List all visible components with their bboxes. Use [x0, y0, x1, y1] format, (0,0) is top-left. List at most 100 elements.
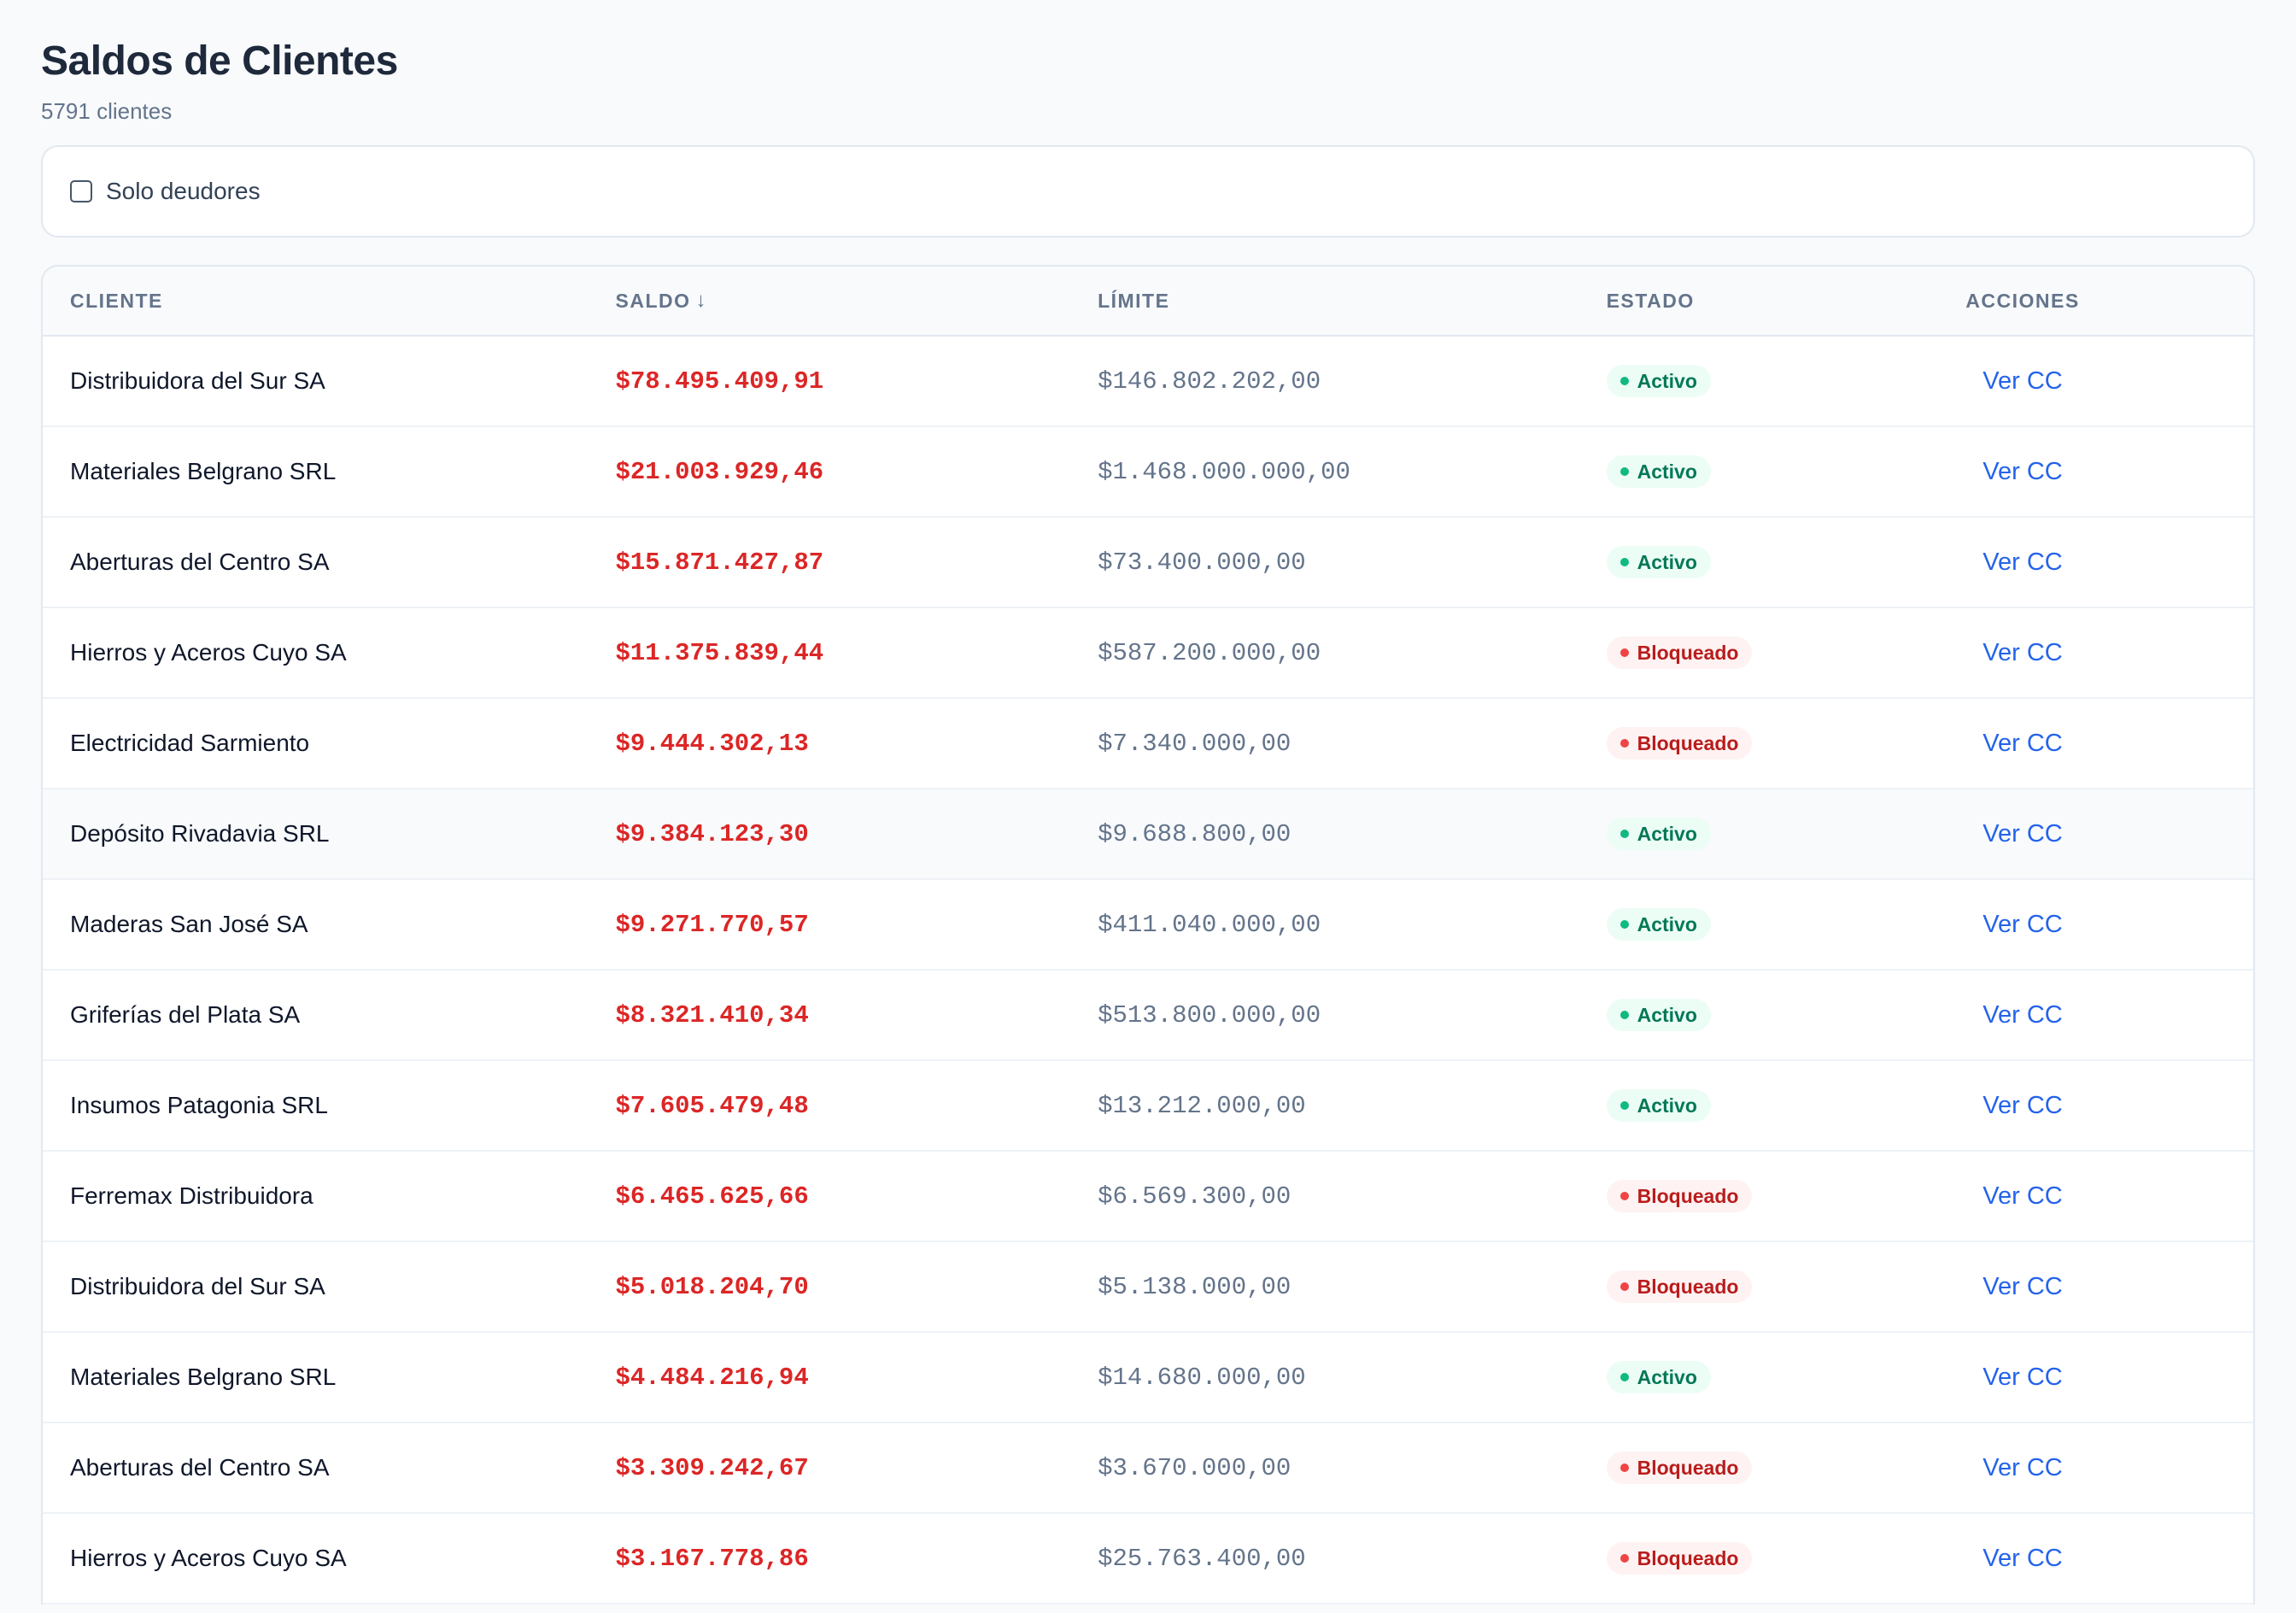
- ver-cc-link[interactable]: Ver CC: [1983, 1273, 2062, 1300]
- ver-cc-link[interactable]: Ver CC: [1983, 1454, 2062, 1481]
- solo-deudores-label[interactable]: Solo deudores: [106, 178, 261, 205]
- cell-estado: Bloqueado: [1606, 1542, 1966, 1575]
- cell-saldo: $78.495.409,91: [615, 367, 824, 396]
- cell-acciones: Ver CC: [1965, 911, 2253, 939]
- cell-cliente: Ferremax Distribuidora: [70, 1182, 313, 1209]
- ver-cc-link[interactable]: Ver CC: [1983, 1364, 2062, 1391]
- cell-estado: Activo: [1606, 1361, 1966, 1393]
- column-header-saldo[interactable]: SALDO ↓: [616, 289, 1098, 313]
- cell-estado: Activo: [1606, 455, 1966, 488]
- cell-cliente: Griferías del Plata SA: [70, 1001, 301, 1028]
- cell-acciones: Ver CC: [1965, 1364, 2253, 1392]
- cell-saldo: $5.018.204,70: [615, 1272, 809, 1301]
- table-row: Distribuidora del Sur SA $78.495.409,91 $1…: [43, 337, 2253, 427]
- status-dot-icon: [1620, 558, 1629, 566]
- status-badge-label: Activo: [1637, 1003, 1697, 1026]
- ver-cc-link[interactable]: Ver CC: [1983, 820, 2062, 848]
- cell-limite: $3.670.000,00: [1098, 1453, 1292, 1482]
- cell-cliente: Depósito Rivadavia SRL: [70, 820, 330, 847]
- status-badge: Bloqueado: [1606, 1180, 1753, 1212]
- status-badge: Bloqueado: [1606, 1270, 1753, 1303]
- table-row: Electricidad Sarmiento $9.444.302,13 $7.34…: [43, 699, 2253, 789]
- ver-cc-link[interactable]: Ver CC: [1983, 1545, 2062, 1572]
- cell-estado: Activo: [1606, 1089, 1966, 1122]
- sort-descending-icon[interactable]: ↓: [696, 289, 708, 313]
- cell-estado: Activo: [1606, 546, 1966, 578]
- status-dot-icon: [1620, 377, 1629, 385]
- cell-estado: Activo: [1606, 365, 1966, 397]
- status-badge: Bloqueado: [1606, 1452, 1753, 1484]
- column-header-estado-label: ESTADO: [1606, 289, 1695, 312]
- table-row: Depósito Rivadavia SRL $9.384.123,30 $9.68…: [43, 789, 2253, 880]
- table-row: Aberturas del Centro SA $3.309.242,67 $3.6…: [43, 1423, 2253, 1514]
- ver-cc-link[interactable]: Ver CC: [1983, 1092, 2062, 1119]
- cell-limite: $587.200.000,00: [1098, 638, 1321, 667]
- ver-cc-link[interactable]: Ver CC: [1983, 458, 2062, 485]
- status-dot-icon: [1620, 467, 1629, 476]
- table-row: Aberturas del Centro SA $15.871.427,87 $73…: [43, 518, 2253, 608]
- table-row: Hierros y Aceros Cuyo SA $3.167.778,86 $25…: [43, 1514, 2253, 1604]
- column-header-cliente-label: CLIENTE: [70, 289, 163, 312]
- status-dot-icon: [1620, 648, 1629, 657]
- cell-cliente: Maderas San José SA: [70, 911, 308, 937]
- column-header-acciones-label: ACCIONES: [1965, 289, 2080, 312]
- status-badge-label: Activo: [1637, 550, 1697, 573]
- status-dot-icon: [1620, 1192, 1629, 1200]
- cell-limite: $25.763.400,00: [1098, 1544, 1306, 1573]
- cell-saldo: $6.465.625,66: [615, 1182, 809, 1211]
- cell-cliente: Aberturas del Centro SA: [70, 548, 330, 575]
- cell-limite: $146.802.202,00: [1098, 367, 1321, 396]
- cell-acciones: Ver CC: [1965, 1273, 2253, 1301]
- table-row: Ferremax Distribuidora $6.465.625,66 $6.56…: [43, 1152, 2253, 1242]
- ver-cc-link[interactable]: Ver CC: [1983, 1182, 2062, 1210]
- column-header-cliente[interactable]: CLIENTE: [43, 290, 616, 313]
- status-badge: Activo: [1606, 1089, 1711, 1122]
- clients-table: CLIENTE SALDO ↓ LÍMITE ESTADO ACCIONES D…: [41, 265, 2255, 1604]
- status-badge-label: Activo: [1637, 1365, 1697, 1388]
- table-row: Insumos Patagonia SRL $7.605.479,48 $13.21…: [43, 1061, 2253, 1152]
- status-badge-label: Activo: [1637, 822, 1697, 845]
- cell-acciones: Ver CC: [1965, 730, 2253, 758]
- table-row: Materiales Belgrano SRL $21.003.929,46 $1.…: [43, 427, 2253, 518]
- cell-cliente: Hierros y Aceros Cuyo SA: [70, 1545, 347, 1571]
- status-dot-icon: [1620, 1373, 1629, 1381]
- cell-estado: Activo: [1606, 999, 1966, 1031]
- page-title: Saldos de Clientes: [41, 38, 398, 84]
- ver-cc-link[interactable]: Ver CC: [1983, 911, 2062, 938]
- cell-cliente: Materiales Belgrano SRL: [70, 458, 337, 484]
- status-badge-label: Bloqueado: [1637, 1456, 1739, 1479]
- status-dot-icon: [1620, 1011, 1629, 1019]
- cell-saldo: $7.605.479,48: [615, 1091, 809, 1120]
- ver-cc-link[interactable]: Ver CC: [1983, 367, 2062, 395]
- column-header-limite[interactable]: LÍMITE: [1098, 290, 1607, 313]
- ver-cc-link[interactable]: Ver CC: [1983, 639, 2062, 666]
- cell-saldo: $9.384.123,30: [615, 819, 809, 848]
- cell-saldo: $3.167.778,86: [615, 1544, 809, 1573]
- status-badge-label: Bloqueado: [1637, 1275, 1739, 1298]
- table-body: Distribuidora del Sur SA $78.495.409,91 $1…: [43, 337, 2253, 1604]
- cell-saldo: $11.375.839,44: [615, 638, 824, 667]
- column-header-estado[interactable]: ESTADO: [1607, 290, 1966, 313]
- ver-cc-link[interactable]: Ver CC: [1983, 1001, 2062, 1029]
- table-row: Griferías del Plata SA $8.321.410,34 $513.…: [43, 971, 2253, 1061]
- ver-cc-link[interactable]: Ver CC: [1983, 730, 2062, 757]
- cell-cliente: Aberturas del Centro SA: [70, 1454, 330, 1481]
- table-row: Distribuidora del Sur SA $5.018.204,70 $5.…: [43, 1242, 2253, 1333]
- status-badge: Activo: [1606, 365, 1711, 397]
- cell-estado: Bloqueado: [1606, 727, 1966, 760]
- cell-saldo: $21.003.929,46: [615, 457, 824, 486]
- cell-acciones: Ver CC: [1965, 1001, 2253, 1029]
- solo-deudores-checkbox[interactable]: [70, 180, 92, 202]
- cell-acciones: Ver CC: [1965, 820, 2253, 848]
- status-dot-icon: [1620, 830, 1629, 838]
- cell-acciones: Ver CC: [1965, 548, 2253, 577]
- ver-cc-link[interactable]: Ver CC: [1983, 548, 2062, 576]
- client-count: 5791 clientes: [41, 98, 173, 124]
- cell-limite: $411.040.000,00: [1098, 910, 1321, 939]
- cell-acciones: Ver CC: [1965, 1454, 2253, 1482]
- cell-acciones: Ver CC: [1965, 367, 2253, 396]
- status-dot-icon: [1620, 1101, 1629, 1110]
- column-header-acciones: ACCIONES: [1965, 290, 2253, 313]
- status-badge-label: Bloqueado: [1637, 731, 1739, 754]
- cell-limite: $5.138.000,00: [1098, 1272, 1292, 1301]
